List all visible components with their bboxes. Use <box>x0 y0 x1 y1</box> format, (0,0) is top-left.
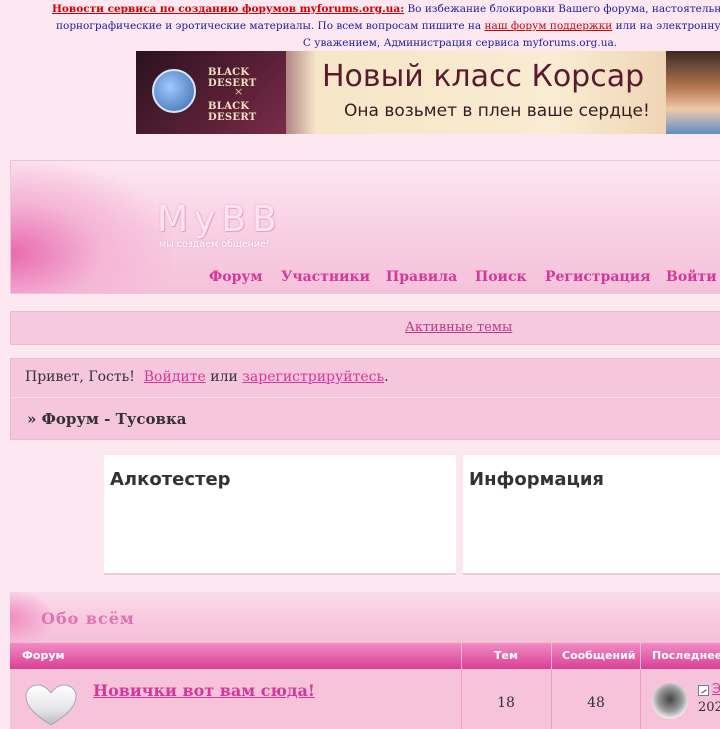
forum-heart-icon <box>25 684 77 726</box>
col-topics: Тем <box>494 649 518 662</box>
banner-logo-panel: BLACK DESERT × BLACK DESERT <box>136 51 286 134</box>
cell-divider <box>640 669 641 729</box>
banner-character-image <box>666 51 720 134</box>
nav-search[interactable]: Поиск <box>475 269 527 285</box>
breadcrumb: » Форум - Тусовка <box>27 410 187 428</box>
welcome-box: Привет, Гость! Войдите или зарегистрируй… <box>10 358 720 440</box>
last-post-icon[interactable] <box>698 685 709 696</box>
category-header: Обо всём <box>10 592 720 644</box>
notice-text-3: или на электронную почт <box>615 20 720 32</box>
service-notice: Новости сервиса по созданию форумов myfo… <box>0 0 720 50</box>
forum-slogan: мы создаем общение! <box>159 239 270 250</box>
col-divider <box>551 643 552 669</box>
breathalyzer-panel: Алкотестер <box>104 455 456 575</box>
nav-register[interactable]: Регистрация <box>545 269 651 285</box>
notice-text-1: Во избежание блокировки Вашего форума, н… <box>407 3 720 15</box>
col-divider <box>461 643 462 669</box>
active-topics-bar: Активные темы <box>10 311 720 345</box>
nav-login[interactable]: Войти <box>666 269 717 285</box>
login-link[interactable]: Войдите <box>144 369 206 385</box>
main-nav: Форум Участники Правила Поиск Регистраци… <box>11 269 720 289</box>
or-text: или <box>210 369 238 385</box>
banner-subtitle: Она возьмет в плен ваше сердце! <box>344 101 650 121</box>
nav-forum[interactable]: Форум <box>209 269 263 285</box>
col-last-post: Последнее <box>652 649 720 662</box>
active-topics-link[interactable]: Активные темы <box>405 320 512 335</box>
topics-count: 18 <box>497 695 515 711</box>
period-text: . <box>384 369 389 385</box>
info-title: Информация <box>469 469 604 490</box>
forum-table-header: Форум Тем Сообщений Последнее <box>10 643 720 669</box>
table-row: Новички вот вам сюда! 18 48 Э 202 <box>10 669 720 729</box>
banner-game-2: BLACK DESERT <box>208 101 257 123</box>
category-name: Обо всём <box>41 609 135 628</box>
service-news-link[interactable]: Новости сервиса по созданию форумов myfo… <box>52 3 404 15</box>
posts-count: 48 <box>587 695 605 711</box>
game-badge-icon <box>152 69 196 113</box>
last-post-date: 202 <box>698 700 720 715</box>
greeting-text: Привет, Гость! <box>25 369 135 385</box>
last-poster-avatar[interactable] <box>652 683 688 719</box>
welcome-divider <box>11 397 720 398</box>
breathalyzer-title: Алкотестер <box>110 469 231 490</box>
info-panel: Информация <box>463 455 720 575</box>
register-link[interactable]: зарегистрируйтесь <box>242 369 384 385</box>
guest-greeting: Привет, Гость! Войдите или зарегистрируй… <box>25 369 389 385</box>
notice-signature: С уважением, Администрация сервиса myfor… <box>302 37 618 49</box>
ad-banner[interactable]: BLACK DESERT × BLACK DESERT Новый класс … <box>136 51 720 134</box>
banner-cross: × <box>234 85 244 98</box>
banner-game-1: BLACK DESERT <box>208 67 257 89</box>
col-divider <box>640 643 641 669</box>
notice-text-2: порнографические и эротические материалы… <box>56 20 482 32</box>
last-post-link[interactable]: Э <box>712 682 720 697</box>
forum-logo[interactable]: MyBB <box>157 199 283 240</box>
nav-members[interactable]: Участники <box>281 269 370 285</box>
col-forum: Форум <box>22 649 65 662</box>
support-forum-link[interactable]: наш форум поддержки <box>485 20 613 32</box>
forum-header: MyBB мы создаем общение! Форум Участники… <box>10 160 720 294</box>
nav-rules[interactable]: Правила <box>386 269 457 285</box>
col-posts: Сообщений <box>562 649 636 662</box>
banner-title: Новый класс Корсар <box>322 59 645 94</box>
forum-title-link[interactable]: Новички вот вам сюда! <box>93 681 315 700</box>
